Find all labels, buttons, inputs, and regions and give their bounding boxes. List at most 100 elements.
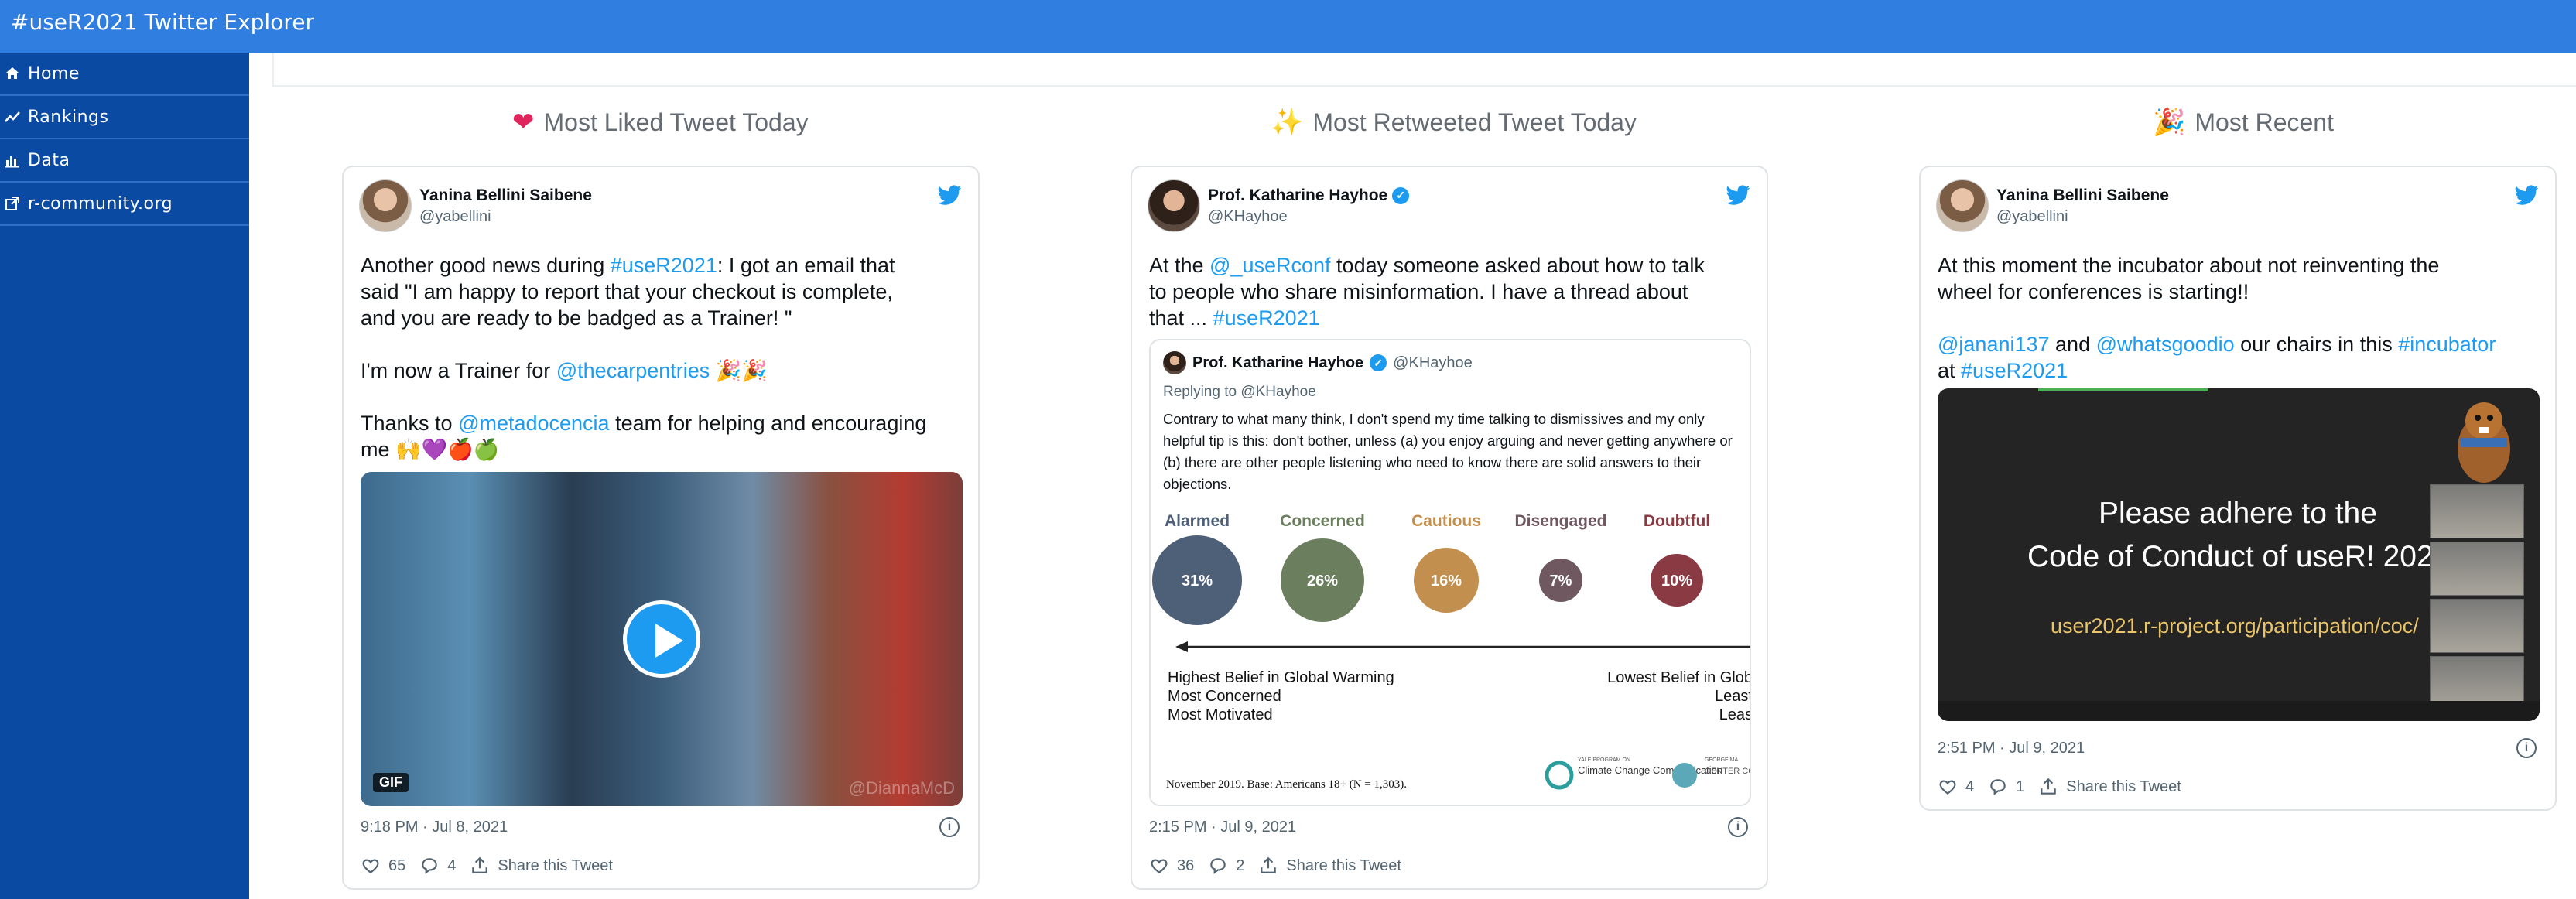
- top-bar: #useR2021 Twitter Explorer: [0, 0, 2576, 53]
- gif-player[interactable]: GIF @DiannaMcD: [361, 472, 963, 806]
- bar-chart-icon: [5, 156, 19, 168]
- share-label: Share this Tweet: [2066, 778, 2181, 795]
- right-caption-line2: Least: [1715, 688, 1751, 705]
- heart-outline-icon: [1939, 780, 1956, 795]
- logo2-small: GEORGE MA: [1705, 757, 1739, 763]
- verified-badge-icon: ✓: [1392, 186, 1410, 204]
- sidebar-item-data[interactable]: Data: [0, 139, 249, 183]
- like-button[interactable]: 36: [1149, 856, 1194, 876]
- party-popper-icon: 🎉: [2153, 108, 2186, 137]
- author-name[interactable]: Prof. Katharine Hayhoe ✓: [1208, 186, 1410, 205]
- tweet-timestamp[interactable]: 2:51 PM · Jul 9, 2021: [1938, 740, 2085, 757]
- main-content: ❤ Most Liked Tweet Today ✨ Most Retweete…: [249, 53, 2576, 899]
- participant-video-thumbnail: [2430, 599, 2524, 653]
- share-button[interactable]: Share this Tweet: [2038, 777, 2181, 797]
- gif-frame: GIF @DiannaMcD: [361, 472, 963, 806]
- beaver-mascot-icon: [2458, 402, 2510, 483]
- twitter-bird-icon[interactable]: [1725, 183, 1751, 209]
- heart-icon: ❤: [512, 108, 535, 137]
- participant-video-thumbnail: [2430, 484, 2524, 538]
- tweet-image[interactable]: Please adhere to the Code of Conduct of …: [1938, 388, 2540, 721]
- mention-link[interactable]: @thecarpentries: [556, 359, 710, 382]
- tweet-card-retweeted[interactable]: Prof. Katharine Hayhoe ✓ @KHayhoe At the …: [1131, 166, 1768, 890]
- hashtag-link[interactable]: #useR2021: [1213, 306, 1320, 330]
- tweet-author[interactable]: Prof. Katharine Hayhoe ✓ @KHayhoe: [1148, 179, 1410, 232]
- sidebar-item-label: Data: [28, 150, 70, 170]
- hashtag-link[interactable]: #useR2021: [611, 254, 717, 277]
- avatar[interactable]: [1148, 179, 1200, 232]
- reply-count: 2: [1236, 856, 1245, 874]
- six-americas-image: Alarmed 31% Concerned 26% Cautious 16% Disenga…: [1151, 503, 1751, 805]
- mention-link[interactable]: @_useRconf: [1209, 254, 1331, 277]
- mention-link[interactable]: @whatsgoodio: [2096, 333, 2235, 356]
- reply-bubble-icon: [422, 858, 438, 874]
- mention-link[interactable]: @janani137: [1938, 333, 2050, 356]
- left-caption-line3: Most Motivated: [1168, 706, 1273, 723]
- twitter-bird-icon[interactable]: [2513, 183, 2540, 209]
- info-icon[interactable]: i: [2516, 738, 2537, 758]
- info-icon[interactable]: i: [939, 817, 960, 837]
- sidebar-item-r-community[interactable]: r-community.org: [0, 183, 249, 226]
- share-icon: [1261, 856, 1277, 873]
- reply-button[interactable]: 1: [1988, 777, 2024, 797]
- reply-count: 1: [2016, 778, 2025, 795]
- meeting-toolbar: [1938, 701, 2540, 721]
- tweet-author[interactable]: Yanina Bellini Saibene @yabellini: [1936, 179, 2169, 232]
- logo1-small: YALE PROGRAM ON: [1578, 757, 1630, 763]
- tweet-text: Another good news during #useR2021: I go…: [361, 254, 927, 461]
- sidebar-item-home[interactable]: Home: [0, 53, 249, 96]
- twitter-bird-icon[interactable]: [936, 183, 963, 209]
- author-handle[interactable]: @KHayhoe: [1208, 208, 1409, 226]
- like-button[interactable]: 65: [361, 856, 405, 876]
- reply-button[interactable]: 4: [419, 856, 456, 876]
- author-handle[interactable]: @yabellini: [1996, 208, 2169, 226]
- left-caption-line2: Most Concerned: [1168, 688, 1281, 705]
- logo1-text: Climate Change Communication: [1578, 764, 1722, 776]
- participant-video-thumbnail: [2430, 542, 2524, 596]
- segment-label: Doubtful: [1644, 512, 1710, 530]
- avatar[interactable]: [1936, 179, 1989, 232]
- reply-button[interactable]: 2: [1208, 856, 1244, 876]
- segment-value: 26%: [1307, 573, 1338, 590]
- author-handle[interactable]: @yabellini: [419, 208, 592, 226]
- like-count: 36: [1177, 856, 1195, 874]
- quoted-text: Contrary to what many think, I don't spe…: [1163, 411, 1733, 492]
- replying-to: Replying to @KHayhoe: [1163, 384, 1316, 400]
- share-button[interactable]: Share this Tweet: [1258, 856, 1401, 876]
- author-name[interactable]: Yanina Bellini Saibene: [1996, 186, 2169, 205]
- sparkles-icon: ✨: [1271, 108, 1304, 137]
- sidebar-item-rankings[interactable]: Rankings: [0, 96, 249, 139]
- share-button[interactable]: Share this Tweet: [470, 856, 613, 876]
- segment-label: Alarmed: [1165, 512, 1230, 530]
- progress-indicator: [2038, 388, 2208, 391]
- hashtag-link[interactable]: #useR2021: [1961, 359, 2068, 382]
- quoted-author[interactable]: Prof. Katharine Hayhoe ✓ @KHayhoe: [1163, 351, 1473, 374]
- tweet-timestamp[interactable]: 9:18 PM · Jul 8, 2021: [361, 819, 508, 836]
- author-name[interactable]: Yanina Bellini Saibene: [419, 186, 592, 205]
- logo2-text: CENTER COMMU: [1705, 767, 1751, 776]
- tweet-actions: 65 4 Share this Tweet: [361, 856, 613, 876]
- verified-badge-icon: ✓: [1370, 354, 1387, 371]
- play-button[interactable]: [623, 600, 700, 678]
- like-button[interactable]: 4: [1938, 777, 1974, 797]
- tweet-timestamp[interactable]: 2:15 PM · Jul 9, 2021: [1149, 819, 1296, 836]
- share-label: Share this Tweet: [498, 856, 613, 874]
- column-title-recent: 🎉 Most Recent: [2153, 108, 2334, 137]
- hashtag-link[interactable]: #incubator: [2398, 333, 2496, 356]
- gif-watermark: @DiannaMcD: [848, 778, 955, 798]
- tweet-actions: 36 2 Share this Tweet: [1149, 856, 1401, 876]
- tweet-author[interactable]: Yanina Bellini Saibene @yabellini: [359, 179, 592, 232]
- quoted-tweet[interactable]: Prof. Katharine Hayhoe ✓ @KHayhoe Replyi…: [1149, 339, 1751, 806]
- info-icon[interactable]: i: [1728, 817, 1748, 837]
- segment-label: Concerned: [1280, 512, 1365, 530]
- tweet-card-recent[interactable]: Yanina Bellini Saibene @yabellini At thi…: [1919, 166, 2557, 811]
- segment-label: Disengaged: [1514, 512, 1606, 530]
- avatar[interactable]: [359, 179, 412, 232]
- left-caption-line1: Highest Belief in Global Warming: [1168, 669, 1394, 686]
- slide-url: user2021.r-project.org/participation/coc…: [2051, 614, 2419, 638]
- avatar: [1163, 351, 1186, 374]
- like-count: 65: [388, 856, 406, 874]
- tweet-card-liked[interactable]: Yanina Bellini Saibene @yabellini Anothe…: [342, 166, 980, 890]
- mention-link[interactable]: @metadocencia: [458, 412, 610, 435]
- footnote: November 2019. Base: Americans 18+ (N = …: [1166, 778, 1407, 791]
